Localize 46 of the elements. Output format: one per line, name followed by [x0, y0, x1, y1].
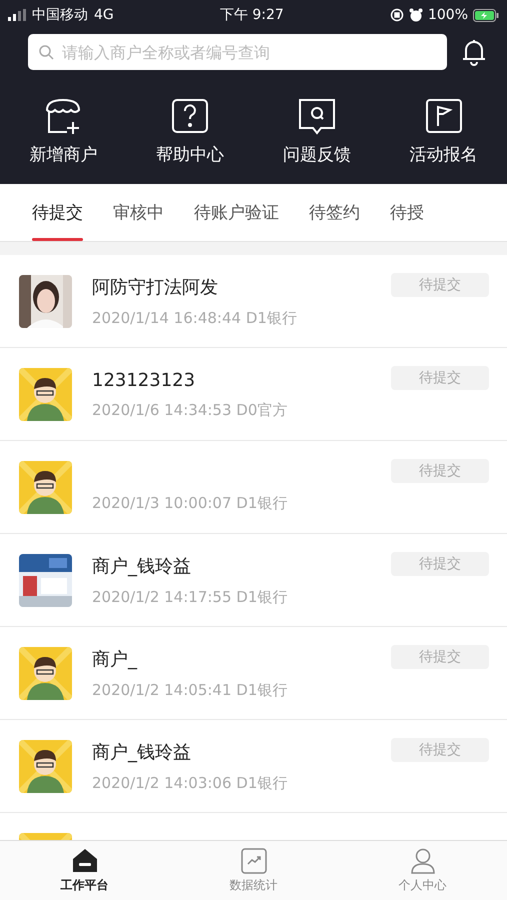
shortcut-button[interactable]: 活动报名	[380, 98, 507, 166]
network-type: 4G	[94, 7, 114, 23]
merchant-meta: 2020/1/3 10:00:07 D1银行	[92, 494, 288, 513]
shortcut-button[interactable]: 问题反馈	[254, 98, 380, 166]
merchant-name: 123123123	[92, 370, 196, 391]
battery-percent: 100%	[428, 7, 468, 23]
question-icon	[170, 98, 210, 135]
battery-icon	[473, 8, 499, 22]
lock-rotation-icon	[390, 8, 404, 22]
search-field[interactable]: 请输入商户全称或者编号查询	[28, 34, 447, 70]
person-icon	[410, 848, 436, 874]
merchant-meta: 2020/1/2 14:17:55 D1银行	[92, 588, 288, 606]
shortcut-button[interactable]: 新增商户	[0, 98, 127, 166]
carrier-name: 中国移动	[32, 6, 88, 24]
person-avatar-icon	[19, 740, 72, 792]
status-badge: 待提交	[391, 459, 489, 483]
status-badge: 待提交	[391, 552, 489, 576]
flag-icon	[424, 98, 464, 135]
tab[interactable]: 待提交	[17, 184, 98, 241]
shortcut-button[interactable]: 帮助中心	[126, 98, 254, 166]
merchant-meta: 2020/1/14 16:48:44 D1银行	[92, 308, 298, 328]
tab[interactable]: 待授	[375, 184, 439, 241]
bell-icon[interactable]	[461, 38, 487, 66]
status-badge: 待提交	[391, 366, 489, 390]
merchant-meta: 2020/1/6 14:34:53 D0官方	[92, 401, 288, 420]
merchant-name: 商户_钱玲益	[92, 740, 192, 764]
status-badge: 待提交	[391, 738, 489, 762]
chat-bubble-icon	[296, 98, 337, 135]
merchant-name: 商户_	[92, 648, 138, 670]
status-badge: 待提交	[391, 273, 489, 297]
status-time: 下午 9:27	[218, 6, 285, 24]
tab[interactable]: 审核中	[98, 184, 179, 241]
nav-tab[interactable]: 工作平台	[0, 841, 169, 900]
merchant-meta: 2020/1/2 14:05:41 D1银行	[92, 680, 288, 700]
status-badge: 待提交	[391, 645, 489, 669]
chart-icon	[240, 848, 266, 874]
tab[interactable]: 待签约	[294, 184, 375, 241]
tab[interactable]: 待账户验证	[179, 184, 294, 241]
person-avatar-icon	[19, 646, 72, 700]
merchant-name: 阿防守打法阿发	[92, 276, 219, 298]
signal-icon	[8, 9, 26, 21]
person-avatar-icon	[19, 368, 72, 420]
house-icon	[72, 848, 98, 874]
merchant-meta: 2020/1/2 14:03:06 D1银行	[92, 774, 288, 792]
merchant-name: 商户_钱玲益	[92, 554, 192, 578]
person-avatar-icon	[19, 460, 72, 514]
